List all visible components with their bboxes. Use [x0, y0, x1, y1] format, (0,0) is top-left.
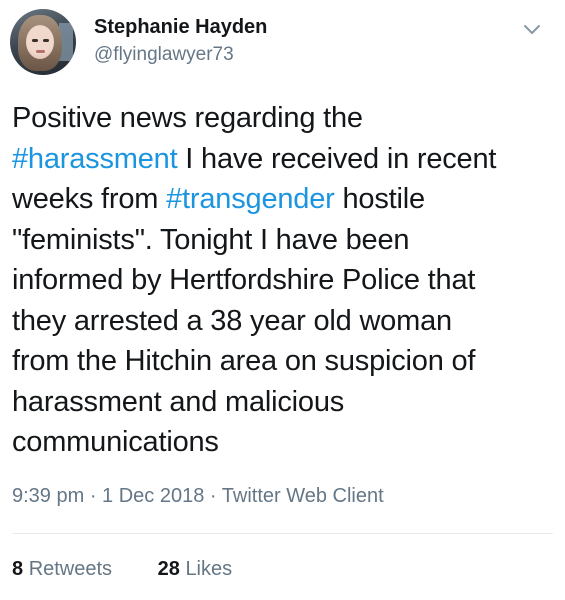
tweet-stats: 8 Retweets 28 Likes	[12, 558, 232, 581]
author-handle[interactable]: @flyinglawyer73	[94, 44, 234, 66]
tweet-text-segment: they arrested a 38 year old woman	[12, 304, 452, 337]
tweet-text-line: "feminists". Tonight I have been	[12, 220, 552, 261]
tweet-text-line: they arrested a 38 year old woman	[12, 301, 552, 342]
tweet-text-line: harassment and malicious	[12, 382, 552, 423]
tweet-text-line: from the Hitchin area on suspicion of	[12, 341, 552, 382]
likes-stat[interactable]: 28 Likes	[158, 558, 233, 581]
tweet-text-segment: communications	[12, 426, 219, 458]
tweet-text-line: communications	[12, 422, 552, 463]
tweet-text-segment: hostile	[334, 183, 425, 215]
retweets-label: Retweets	[28, 558, 113, 580]
avatar-eye-left	[32, 39, 38, 42]
tweet-text-segment: Positive news regarding the	[12, 102, 363, 134]
hashtag-link[interactable]: #harassment	[12, 143, 178, 175]
meta-separator: ·	[204, 485, 222, 507]
tweet-text: Positive news regarding the #harassment I…	[12, 98, 552, 463]
retweets-stat[interactable]: 8 Retweets	[12, 558, 112, 581]
tweet-text-line: informed by Hertfordshire Police that	[12, 260, 552, 301]
retweets-count: 8	[12, 558, 24, 580]
tweet-text-segment: I have received in recent	[177, 142, 497, 175]
likes-count: 28	[157, 558, 180, 580]
avatar[interactable]	[10, 9, 76, 75]
author-name[interactable]: Stephanie Hayden	[94, 16, 267, 39]
likes-label: Likes	[185, 558, 233, 580]
divider	[12, 533, 553, 534]
tweet-date[interactable]: 1 Dec 2018	[102, 485, 204, 507]
tweet-text-segment: weeks from	[12, 183, 167, 215]
avatar-lips	[36, 50, 45, 53]
chevron-down-icon[interactable]	[522, 20, 542, 40]
tweet-meta: 9:39 pm · 1 Dec 2018 · Twitter Web Clien…	[12, 485, 384, 508]
tweet-client[interactable]: Twitter Web Client	[222, 485, 384, 507]
hashtag-link[interactable]: #transgender	[166, 183, 335, 215]
tweet-text-line: #harassment I have received in recent	[12, 139, 552, 180]
tweet-text-segment: harassment and malicious	[12, 385, 345, 418]
tweet-text-segment: "feminists". Tonight I have been	[12, 223, 410, 256]
tweet-time[interactable]: 9:39 pm	[12, 485, 84, 507]
avatar-face	[26, 25, 54, 59]
tweet-text-segment: from the Hitchin area on suspicion of	[12, 345, 476, 377]
tweet-text-segment: informed by Hertfordshire Police that	[12, 264, 476, 296]
avatar-eye-right	[43, 39, 49, 42]
tweet-text-line: Positive news regarding the	[12, 98, 552, 139]
tweet-text-line: weeks from #transgender hostile	[12, 179, 552, 220]
meta-separator: ·	[84, 485, 103, 507]
